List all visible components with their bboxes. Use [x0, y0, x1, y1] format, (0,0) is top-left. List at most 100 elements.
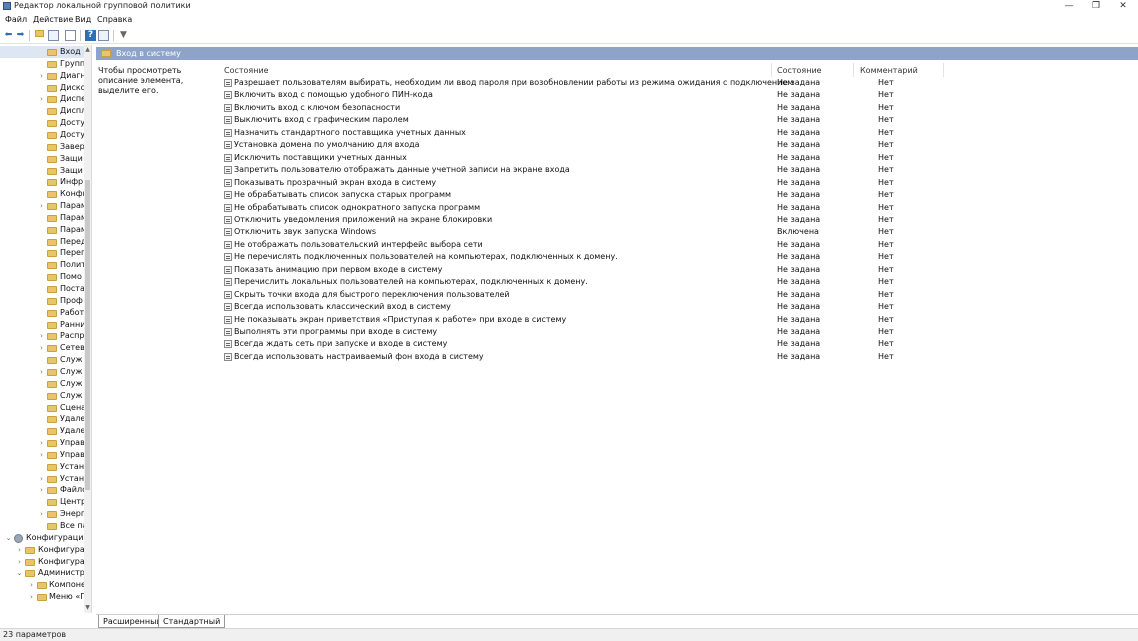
tree-item[interactable]: Защи — [0, 153, 91, 165]
tree-item[interactable]: Удале — [0, 425, 91, 437]
tree-item[interactable]: › Управ — [0, 437, 91, 449]
navigation-tree[interactable]: Вход в Групп › Диагн Диско › Диспе Диспл Досту До… — [0, 45, 92, 613]
policy-row[interactable]: Не показывать экран приветствия «Приступ… — [224, 314, 944, 326]
tree-item[interactable]: › Диагн — [0, 70, 91, 82]
tree-item[interactable]: › Конфигурац — [0, 544, 91, 556]
tree-item[interactable]: Досту — [0, 129, 91, 141]
tree-item[interactable]: › Компоне — [0, 579, 91, 591]
menu-file[interactable]: Файл — [5, 15, 27, 24]
policy-row[interactable]: Не обрабатывать список запуска старых пр… — [224, 189, 944, 201]
policy-row[interactable]: Разрешает пользователям выбирать, необхо… — [224, 77, 944, 89]
tree-item[interactable]: Диспл — [0, 105, 91, 117]
tree-scrollbar-thumb[interactable] — [85, 180, 90, 490]
collapse-arrow-icon[interactable]: ⌄ — [5, 532, 12, 544]
policy-row[interactable]: Включить вход с ключом безопасности Не за… — [224, 102, 944, 114]
tree-item[interactable]: › Энерг — [0, 508, 91, 520]
policy-row[interactable]: Не перечислять подключенных пользователе… — [224, 251, 944, 263]
maximize-button[interactable]: ❐ — [1083, 0, 1109, 13]
minimize-button[interactable]: — — [1056, 0, 1082, 13]
menu-action[interactable]: Действие — [33, 15, 73, 24]
policy-row[interactable]: Скрыть точки входа для быстрого переключ… — [224, 289, 944, 301]
tree-item[interactable]: Парам — [0, 224, 91, 236]
policy-row[interactable]: Не отображать пользовательский интерфейс… — [224, 239, 944, 251]
tree-item[interactable]: › Устан — [0, 473, 91, 485]
policy-row[interactable]: Включить вход с помощью удобного ПИН-код… — [224, 89, 944, 101]
tree-item[interactable]: › Конфигурац — [0, 556, 91, 568]
expand-arrow-icon[interactable]: › — [38, 366, 45, 378]
column-separator[interactable] — [943, 63, 944, 77]
expand-arrow-icon[interactable]: › — [38, 70, 45, 82]
up-folder-icon[interactable] — [34, 30, 45, 41]
expand-arrow-icon[interactable]: › — [38, 200, 45, 212]
tree-item[interactable]: › Сетев — [0, 342, 91, 354]
show-hide-tree-icon[interactable] — [48, 30, 59, 41]
tree-item[interactable]: Перед — [0, 236, 91, 248]
forward-arrow-icon[interactable]: ➡ — [15, 30, 26, 41]
expand-arrow-icon[interactable]: › — [38, 437, 45, 449]
policy-row[interactable]: Не обрабатывать список однократного запу… — [224, 202, 944, 214]
back-arrow-icon[interactable]: ⬅ — [3, 30, 14, 41]
policy-row[interactable]: Перечислить локальных пользователей на к… — [224, 276, 944, 288]
column-header-state[interactable]: Состояние — [777, 66, 822, 75]
tab-standard[interactable]: Стандартный — [158, 615, 226, 628]
tree-item[interactable]: Удале — [0, 413, 91, 425]
tree-item[interactable]: Завер — [0, 141, 91, 153]
policy-row[interactable]: Отключить звук запуска Windows Включена Не… — [224, 226, 944, 238]
tree-item[interactable]: Проф — [0, 295, 91, 307]
tree-item[interactable]: Вход в — [0, 46, 91, 58]
policy-row[interactable]: Назначить стандартного поставщика учетны… — [224, 127, 944, 139]
tree-item[interactable]: Работ — [0, 307, 91, 319]
column-separator[interactable] — [771, 63, 772, 77]
policy-row[interactable]: Отключить уведомления приложений на экра… — [224, 214, 944, 226]
expand-arrow-icon[interactable]: › — [38, 449, 45, 461]
policy-row[interactable]: Выключить вход с графическим паролем Не з… — [224, 114, 944, 126]
tree-item[interactable]: Парам — [0, 212, 91, 224]
tree-item[interactable]: › Меню «Г — [0, 591, 91, 603]
expand-arrow-icon[interactable]: › — [38, 342, 45, 354]
expand-arrow-icon[interactable]: › — [16, 556, 23, 568]
policy-row[interactable]: Всегда использовать классический вход в … — [224, 301, 944, 313]
tree-item[interactable]: Помо — [0, 271, 91, 283]
filter-icon[interactable]: ▼ — [118, 30, 129, 41]
tree-item[interactable]: Служ — [0, 390, 91, 402]
column-separator[interactable] — [853, 63, 854, 77]
tree-item[interactable]: Все пара — [0, 520, 91, 532]
tree-item[interactable]: Поста — [0, 283, 91, 295]
expand-arrow-icon[interactable]: › — [38, 330, 45, 342]
tree-item[interactable]: › Парам — [0, 200, 91, 212]
expand-arrow-icon[interactable]: › — [28, 591, 35, 603]
tree-item[interactable]: Ранни — [0, 319, 91, 331]
policy-row[interactable]: Исключить поставщики учетных данных Не за… — [224, 152, 944, 164]
policy-row[interactable]: Установка домена по умолчанию для входа Н… — [224, 139, 944, 151]
tree-item[interactable]: ⌄ Администрат — [0, 567, 91, 579]
tree-item[interactable]: Переп — [0, 247, 91, 259]
column-header-comment[interactable]: Комментарий — [860, 66, 918, 75]
help-icon[interactable]: ? — [85, 30, 96, 41]
scroll-up-icon[interactable]: ▲ — [84, 46, 91, 54]
tree-item[interactable]: Служ — [0, 378, 91, 390]
export-list-icon[interactable] — [65, 30, 76, 41]
tree-item[interactable]: Групп — [0, 58, 91, 70]
expand-arrow-icon[interactable]: › — [38, 473, 45, 485]
tree-item[interactable]: › Служ — [0, 366, 91, 378]
expand-arrow-icon[interactable]: › — [38, 484, 45, 496]
policy-row[interactable]: Всегда ждать сеть при запуске и входе в … — [224, 338, 944, 350]
expand-arrow-icon[interactable]: › — [38, 508, 45, 520]
tree-item[interactable]: Защи — [0, 165, 91, 177]
menu-help[interactable]: Справка — [97, 15, 132, 24]
expand-arrow-icon[interactable]: › — [28, 579, 35, 591]
tree-item[interactable]: Инфр — [0, 176, 91, 188]
menu-view[interactable]: Вид — [75, 15, 91, 24]
tree-item[interactable]: Служ — [0, 354, 91, 366]
tree-item[interactable]: Конфи — [0, 188, 91, 200]
tree-item[interactable]: Центр — [0, 496, 91, 508]
tree-item[interactable]: Полит — [0, 259, 91, 271]
policy-row[interactable]: Выполнять эти программы при входе в сист… — [224, 326, 944, 338]
policy-row[interactable]: Показать анимацию при первом входе в сис… — [224, 264, 944, 276]
policy-row[interactable]: Запретить пользователю отображать данные… — [224, 164, 944, 176]
tree-item[interactable]: Диско — [0, 82, 91, 94]
tree-item[interactable]: › Распр — [0, 330, 91, 342]
tree-item[interactable]: › Файлс — [0, 484, 91, 496]
properties-icon[interactable] — [98, 30, 109, 41]
tree-item[interactable]: › Диспе — [0, 93, 91, 105]
